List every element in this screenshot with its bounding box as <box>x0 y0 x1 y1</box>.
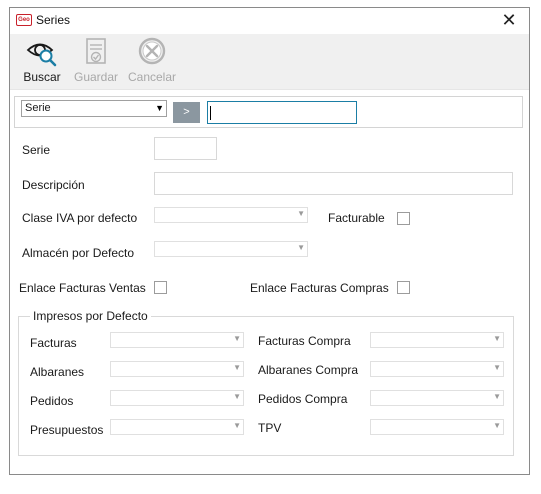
chevron-down-icon: ▼ <box>493 421 501 430</box>
descripcion-input[interactable] <box>154 172 513 195</box>
title-bar: Geo Series ✕ <box>10 8 529 34</box>
facturas-select[interactable]: ▼ <box>110 332 244 348</box>
search-go-button[interactable]: > <box>173 102 200 123</box>
chevron-down-icon: ▼ <box>233 421 241 430</box>
facturable-checkbox[interactable] <box>397 212 410 225</box>
pedidos-compra-label: Pedidos Compra <box>258 392 348 406</box>
enlace-compras-label: Enlace Facturas Compras <box>250 281 389 295</box>
chevron-down-icon: ▼ <box>155 103 164 113</box>
albaranes-select[interactable]: ▼ <box>110 361 244 377</box>
facturas-compra-select[interactable]: ▼ <box>370 332 504 348</box>
tpv-label: TPV <box>258 421 282 435</box>
albaranes-compra-select[interactable]: ▼ <box>370 361 504 377</box>
clase-iva-select[interactable]: ▼ <box>154 207 308 223</box>
pedidos-select[interactable]: ▼ <box>110 390 244 406</box>
chevron-down-icon: ▼ <box>493 334 501 343</box>
close-button[interactable]: ✕ <box>499 11 519 31</box>
buscar-label: Buscar <box>23 70 61 84</box>
albaranes-label: Albaranes <box>30 365 85 379</box>
facturable-label: Facturable <box>328 211 385 225</box>
chevron-down-icon: ▼ <box>233 363 241 372</box>
facturas-label: Facturas <box>30 336 77 350</box>
cancelar-label: Cancelar <box>127 70 177 84</box>
chevron-down-icon: ▼ <box>297 209 305 218</box>
pedidos-compra-select[interactable]: ▼ <box>370 390 504 406</box>
descripcion-label: Descripción <box>22 178 85 192</box>
guardar-button[interactable]: Guardar <box>72 36 120 88</box>
search-field-value: Serie <box>25 102 51 114</box>
search-field-select[interactable]: Serie ▼ <box>21 100 167 117</box>
almacen-select[interactable]: ▼ <box>154 241 308 257</box>
chevron-down-icon: ▼ <box>233 392 241 401</box>
enlace-compras-checkbox[interactable] <box>397 281 410 294</box>
text-caret <box>210 106 211 120</box>
buscar-button[interactable]: Buscar <box>22 36 62 88</box>
app-logo-icon: Geo <box>16 14 32 26</box>
series-window: Geo Series ✕ Buscar Guardar Cancelar Ser… <box>9 7 530 475</box>
impresos-group-title: Impresos por Defecto <box>30 309 151 323</box>
guardar-label: Guardar <box>73 70 119 84</box>
window-title: Series <box>36 13 71 27</box>
albaranes-compra-label: Albaranes Compra <box>258 363 359 377</box>
clase-iva-label: Clase IVA por defecto <box>22 211 138 225</box>
facturas-compra-label: Facturas Compra <box>258 334 351 348</box>
serie-input[interactable] <box>154 137 217 160</box>
presupuestos-select[interactable]: ▼ <box>110 419 244 435</box>
save-document-icon <box>86 38 106 64</box>
search-panel: Serie ▼ > <box>14 96 523 128</box>
presupuestos-label: Presupuestos <box>30 423 104 437</box>
tpv-select[interactable]: ▼ <box>370 419 504 435</box>
pedidos-label: Pedidos <box>30 394 74 408</box>
cancelar-button[interactable]: Cancelar <box>126 36 178 88</box>
chevron-down-icon: ▼ <box>297 243 305 252</box>
enlace-ventas-label: Enlace Facturas Ventas <box>19 281 146 295</box>
cancel-x-icon <box>138 37 166 65</box>
enlace-ventas-checkbox[interactable] <box>154 281 167 294</box>
search-eye-icon <box>26 43 57 67</box>
almacen-label: Almacén por Defecto <box>22 246 135 260</box>
chevron-down-icon: ▼ <box>493 392 501 401</box>
serie-label: Serie <box>22 143 51 157</box>
toolbar: Buscar Guardar Cancelar <box>10 34 529 90</box>
search-input[interactable] <box>207 101 357 124</box>
chevron-down-icon: ▼ <box>493 363 501 372</box>
chevron-down-icon: ▼ <box>233 334 241 343</box>
